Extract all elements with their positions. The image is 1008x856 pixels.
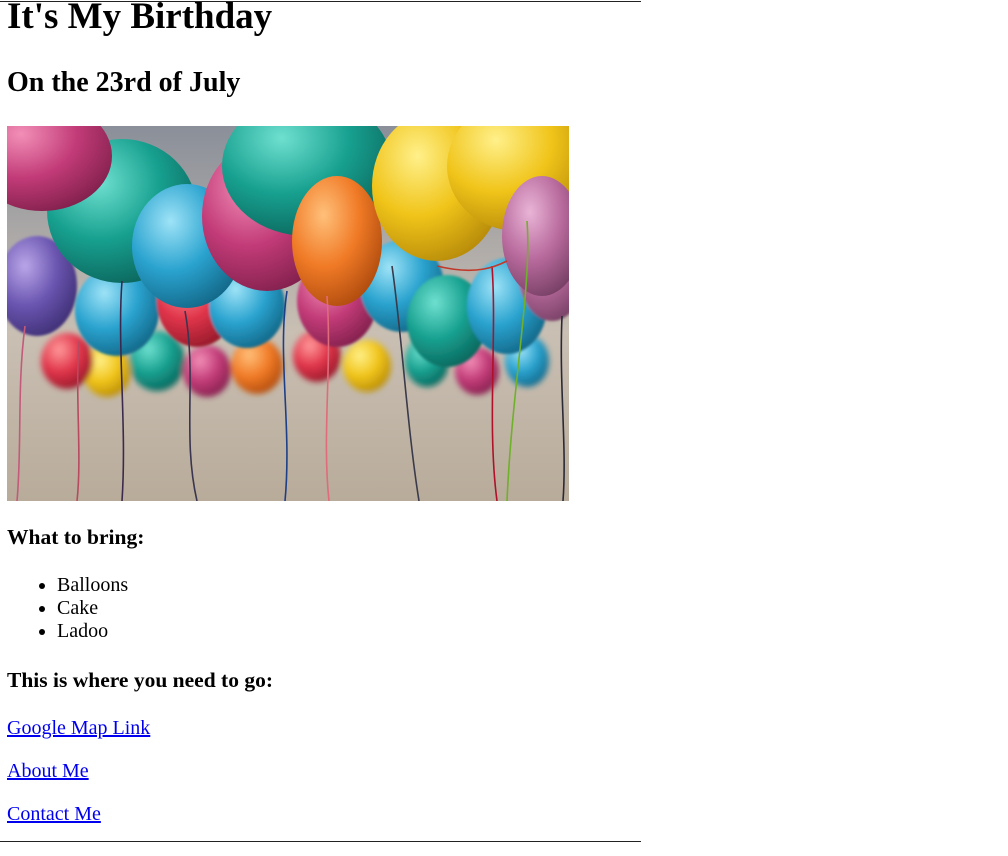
list-item: Balloons: [57, 574, 128, 597]
page-title: It's My Birthday: [7, 0, 273, 37]
bottom-rule: [0, 841, 641, 842]
list-item: Ladoo: [57, 620, 128, 643]
bring-list: Balloons Cake Ladoo: [7, 574, 128, 643]
contact-me-link[interactable]: Contact Me: [7, 802, 101, 826]
about-me-link[interactable]: About Me: [7, 759, 89, 783]
list-item: Cake: [57, 597, 128, 620]
page-subtitle: On the 23rd of July: [7, 67, 241, 98]
location-heading: This is where you need to go:: [7, 668, 273, 692]
balloons-photo: [7, 126, 569, 501]
google-map-link[interactable]: Google Map Link: [7, 716, 150, 740]
what-to-bring-heading: What to bring:: [7, 525, 145, 549]
